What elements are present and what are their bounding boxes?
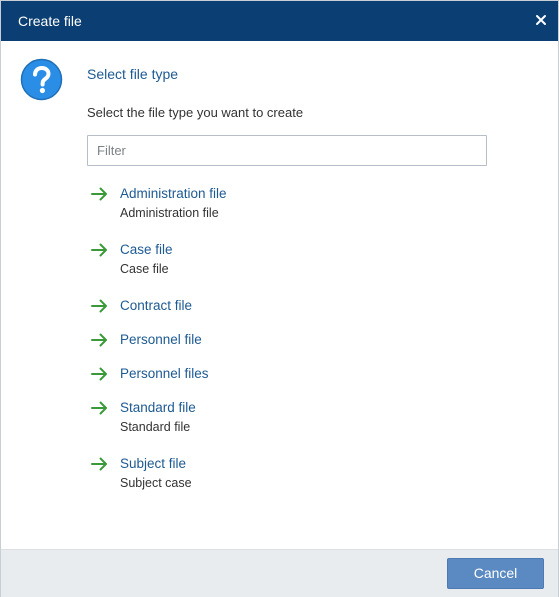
arrow-right-icon — [91, 457, 108, 471]
file-type-description: Case file — [120, 262, 169, 276]
file-type-option[interactable]: Case file Case file — [87, 241, 467, 281]
create-file-dialog: Create file Select file type Select the … — [0, 0, 559, 597]
close-icon[interactable] — [530, 9, 552, 31]
cancel-button[interactable]: Cancel — [447, 558, 544, 589]
file-type-option[interactable]: Standard file Standard file — [87, 399, 467, 439]
file-type-label[interactable]: Personnel file — [120, 331, 202, 348]
file-type-option[interactable]: Personnel files — [87, 365, 467, 385]
arrow-right-icon — [91, 367, 108, 381]
filter-input[interactable] — [87, 135, 487, 166]
dialog-footer: Cancel — [1, 549, 558, 597]
file-type-description: Subject case — [120, 476, 192, 490]
dialog-heading: Select file type — [87, 66, 179, 82]
dialog-title: Create file — [18, 13, 82, 29]
file-type-label[interactable]: Contract file — [120, 297, 192, 314]
file-type-label[interactable]: Subject file — [120, 455, 186, 472]
arrow-right-icon — [91, 243, 108, 257]
file-type-description: Administration file — [120, 206, 219, 220]
file-type-label[interactable]: Administration file — [120, 185, 227, 202]
arrow-right-icon — [91, 299, 108, 313]
file-type-option[interactable]: Administration file Administration file — [87, 185, 467, 225]
file-type-option[interactable]: Subject file Subject case — [87, 455, 467, 495]
arrow-right-icon — [91, 333, 108, 347]
file-type-option[interactable]: Personnel file — [87, 331, 467, 351]
file-type-label[interactable]: Standard file — [120, 399, 196, 416]
arrow-right-icon — [91, 187, 108, 201]
arrow-right-icon — [91, 401, 108, 415]
file-type-description: Standard file — [120, 420, 191, 434]
file-type-label[interactable]: Personnel files — [120, 365, 209, 382]
instruction-text: Select the file type you want to create — [87, 105, 304, 120]
dialog-titlebar: Create file — [1, 1, 558, 41]
file-type-option[interactable]: Contract file — [87, 297, 467, 317]
question-mark-icon — [20, 58, 63, 101]
file-type-label[interactable]: Case file — [120, 241, 173, 258]
